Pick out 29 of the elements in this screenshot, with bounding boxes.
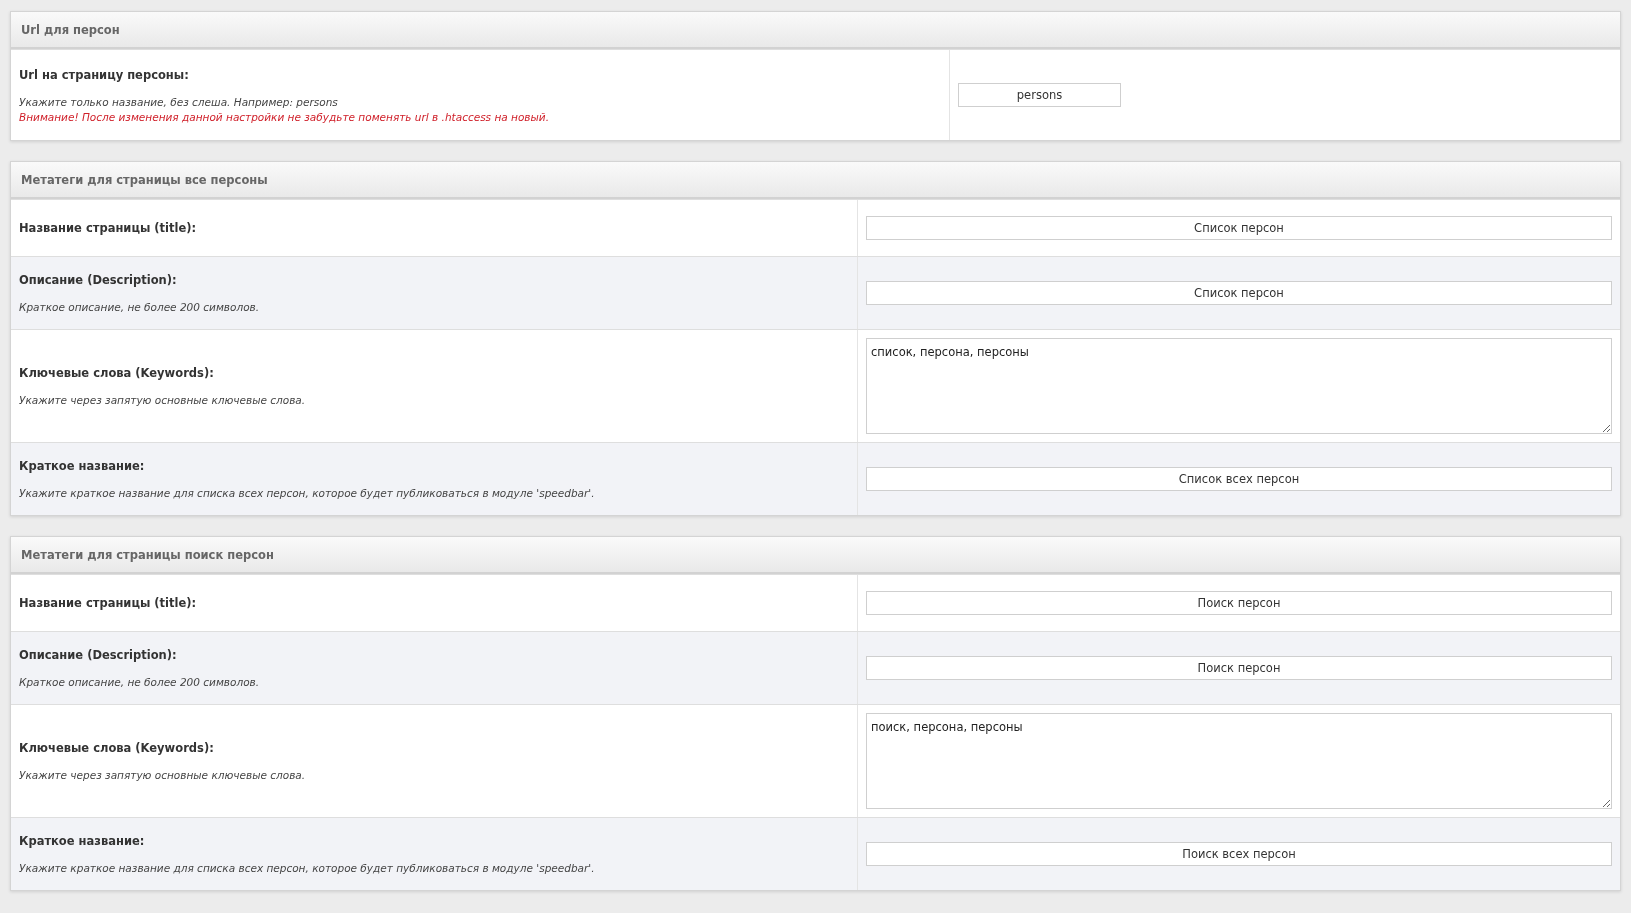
setting-label: Ключевые слова (Keywords):: [19, 741, 215, 755]
setting-label: Название страницы (title):: [19, 596, 198, 610]
panel-title: Url для персон: [21, 22, 120, 37]
hint-text: Краткое описание, не более 200 символов.: [19, 301, 261, 313]
hint-text: Укажите только название, без слеша. Например: persons: [19, 95, 339, 108]
panel-title: Метатеги для страницы все персоны: [21, 172, 268, 187]
input-field[interactable]: Список персон: [866, 216, 1612, 240]
hint-text: Укажите краткое название для списка всех персон, которое будет публиковаться в модуле 'speedbar'.: [19, 862, 596, 874]
setting-label: Название страницы (title):: [19, 221, 198, 235]
textarea-field[interactable]: список, персона, персоны: [866, 338, 1612, 434]
input-field[interactable]: Поиск персон: [866, 591, 1612, 615]
hint-text: Краткое описание, не более 200 символов.: [19, 676, 261, 688]
setting-label: Описание (Description):: [19, 648, 178, 662]
input-field[interactable]: Список всех персон: [866, 467, 1612, 491]
panel-title: Метатеги для страницы поиск персон: [21, 547, 274, 562]
textarea-field[interactable]: поиск, персона, персоны: [866, 713, 1612, 809]
hint-text: Укажите через запятую основные ключевые слова.: [19, 769, 307, 781]
setting-label: Ключевые слова (Keywords):: [19, 366, 215, 380]
setting-label: Url на страницу персоны:: [19, 67, 190, 82]
setting-label: Краткое название:: [19, 459, 146, 473]
hint-text: Укажите краткое название для списка всех персон, которое будет публиковаться в модуле 'speedbar'.: [19, 487, 596, 499]
warning-text: Внимание! После изменения данной настройки не забудьте поменять url в .htaccess на новый.: [19, 110, 550, 123]
input-field[interactable]: Поиск персон: [866, 656, 1612, 680]
input-field[interactable]: Список персон: [866, 281, 1612, 305]
input-field[interactable]: Поиск всех персон: [866, 842, 1612, 866]
setting-label: Описание (Description):: [19, 273, 178, 287]
setting-label: Краткое название:: [19, 834, 146, 848]
hint-text: Укажите через запятую основные ключевые слова.: [19, 394, 307, 406]
input-field[interactable]: persons: [958, 83, 1121, 107]
